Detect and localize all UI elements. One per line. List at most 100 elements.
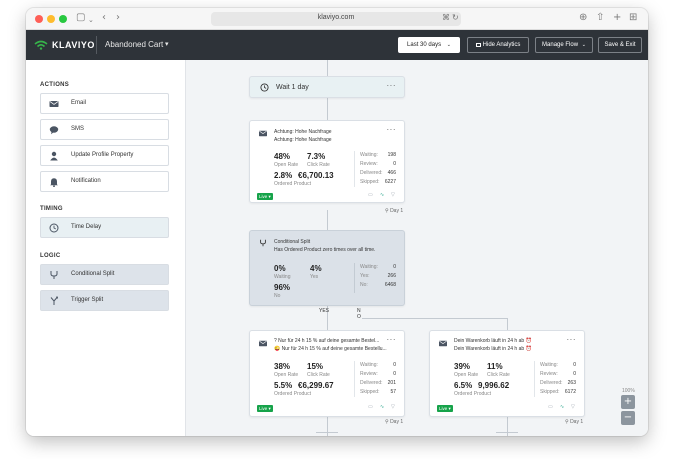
zoom-out-button[interactable]: −	[621, 411, 635, 425]
filter-icon[interactable]: ▽	[391, 404, 395, 410]
skipped-count: 6227	[384, 179, 396, 185]
day-label: Day 1	[570, 419, 584, 425]
skipped-count: 57	[390, 389, 396, 395]
conditional-split-icon	[260, 239, 266, 247]
email-preview: Dein Warenkorb läuft in 24 h ab ⏰	[454, 346, 532, 352]
wait-label: Wait 1 day	[276, 84, 309, 91]
close-window-button[interactable]	[35, 15, 43, 23]
time-delay-node[interactable]: Wait 1 day ···	[249, 76, 405, 98]
save-exit-button[interactable]: Save & Exit	[598, 37, 642, 53]
sidebar-item-sms[interactable]: SMS	[40, 119, 169, 140]
revenue-value: €6,299.67	[298, 381, 334, 390]
waiting-count: 0	[393, 362, 396, 368]
download-icon[interactable]: ⊕	[579, 12, 587, 24]
status-badge[interactable]: Live ▾	[257, 405, 273, 412]
email-node-no[interactable]: Dein Warenkorb läuft in 24 h ab ⏰ Dein W…	[429, 330, 585, 417]
day-label: Day 1	[390, 419, 404, 425]
delivered-label: Delivered:	[360, 380, 383, 386]
delivered-label: Delivered:	[360, 170, 383, 176]
connector-line	[496, 432, 518, 433]
sidebar-item-email[interactable]: Email	[40, 93, 169, 114]
split-condition: Has Ordered Product zero times over all …	[274, 247, 376, 253]
filter-icon[interactable]: ▽	[571, 404, 575, 410]
bell-icon	[50, 178, 58, 187]
date-range-select[interactable]: Last 30 days ⌄	[398, 37, 460, 53]
preview-icon[interactable]: ▭	[548, 404, 553, 410]
sidebar-toggle-icon[interactable]: ▢	[76, 12, 85, 24]
day-label: Day 1	[390, 208, 404, 214]
analytics-icon[interactable]: ∿	[560, 404, 564, 410]
analytics-icon[interactable]: ∿	[380, 192, 384, 198]
sidebar-item-label: SMS	[71, 126, 85, 132]
flow-menu-caret-icon[interactable]: ▾	[165, 40, 169, 48]
waiting-label: Waiting:	[540, 362, 558, 368]
forward-icon[interactable]: ›	[116, 12, 120, 24]
hide-analytics-button[interactable]: Hide Analytics	[467, 37, 529, 53]
node-menu-icon[interactable]: ···	[567, 335, 577, 344]
url-text: klaviyo.com	[317, 14, 355, 21]
conversion-label: Ordered Product	[454, 391, 491, 397]
sms-icon	[49, 126, 59, 135]
sidebar-item-time-delay[interactable]: Time Delay	[40, 217, 169, 238]
sidebar-item-label: Email	[71, 100, 87, 106]
open-rate-label: Open Rate	[274, 372, 299, 378]
sidebar-item-notification[interactable]: Notification	[40, 171, 169, 192]
preview-icon[interactable]: ▭	[368, 404, 373, 410]
status-badge[interactable]: Live ▾	[437, 405, 453, 412]
actions-section-title: ACTIONS	[40, 82, 70, 88]
preview-icon[interactable]: ▭	[368, 192, 373, 198]
zoom-in-button[interactable]: +	[621, 395, 635, 409]
delay-day-label: ⚲ Day 1	[385, 419, 404, 425]
filter-icon[interactable]: ▽	[391, 192, 395, 198]
email-preview: 😜 Nur für 24 h 15 % auf deine gesamte Be…	[274, 346, 387, 352]
review-label: Review:	[540, 371, 558, 377]
sidebar-item-conditional-split[interactable]: Conditional Split	[40, 264, 169, 285]
node-menu-icon[interactable]: ···	[387, 335, 397, 344]
connector-line	[327, 98, 328, 120]
manage-flow-button[interactable]: Manage Flow ⌄	[535, 37, 593, 53]
sidebar-item-update-profile-property[interactable]: Update Profile Property	[40, 145, 169, 166]
logo-text[interactable]: KLAVIYO	[52, 40, 95, 50]
delay-day-label: ⚲ Day 1	[385, 208, 404, 214]
chevron-down-icon[interactable]: ⌄	[88, 14, 94, 26]
analytics-icon[interactable]: ∿	[380, 404, 384, 410]
trigger-split-icon	[50, 296, 58, 305]
email-node[interactable]: Achtung: Hohe Nachfrage Achtung: Hohe Na…	[249, 120, 405, 203]
review-count: 0	[573, 371, 576, 377]
email-node-yes[interactable]: ? Nur für 24 h 15 % auf deine gesamte Be…	[249, 330, 405, 417]
flow-canvas[interactable]: Wait 1 day ··· Achtung: Hohe Nachfrage A…	[186, 60, 648, 436]
open-rate-value: 48%	[274, 152, 291, 161]
flow-name[interactable]: Abandoned Cart	[105, 40, 163, 49]
tab-overview-icon[interactable]: ⊞	[629, 12, 637, 24]
click-rate-label: Click Rate	[307, 162, 330, 168]
connector-line	[362, 318, 507, 319]
waiting-count-label: Waiting:	[360, 264, 378, 270]
email-icon	[49, 101, 59, 107]
address-bar[interactable]: klaviyo.com ⌘ ↻	[211, 12, 461, 26]
maximize-window-button[interactable]	[59, 15, 67, 23]
skipped-count: 6172	[564, 389, 576, 395]
delivered-count: 263	[567, 380, 576, 386]
minimize-window-button[interactable]	[47, 15, 55, 23]
node-menu-icon[interactable]: ···	[387, 125, 397, 134]
connector-line	[507, 417, 508, 436]
reload-icon[interactable]: ↻	[452, 13, 459, 22]
zoom-in-icon: +	[623, 396, 633, 407]
sidebar-item-trigger-split[interactable]: Trigger Split	[40, 290, 169, 311]
hide-analytics-label: Hide Analytics	[482, 42, 521, 48]
review-label: Review:	[360, 161, 378, 167]
status-label: Live	[439, 406, 448, 411]
open-rate-label: Open Rate	[454, 372, 479, 378]
conditional-split-node[interactable]: Conditional Split Has Ordered Product ze…	[249, 230, 405, 306]
new-tab-icon[interactable]: +	[613, 12, 621, 24]
status-badge[interactable]: Live ▾	[257, 193, 273, 200]
sidebar-item-label: Time Delay	[71, 224, 102, 230]
conversion-rate-value: 6.5%	[454, 381, 473, 390]
back-icon[interactable]: ‹	[102, 12, 106, 24]
delivered-count: 201	[387, 380, 396, 386]
share-icon[interactable]: ⇧	[596, 12, 604, 24]
node-menu-icon[interactable]: ···	[387, 81, 397, 90]
email-subject: Dein Warenkorb läuft in 24 h ab ⏰	[454, 338, 532, 344]
chevron-down-icon: ⌄	[581, 42, 586, 48]
translate-icon[interactable]: ⌘	[442, 13, 450, 22]
